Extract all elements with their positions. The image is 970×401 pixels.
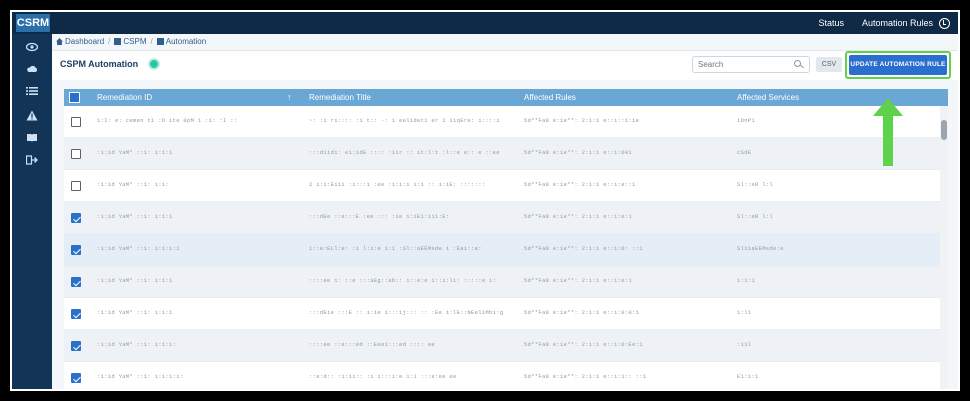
list-icon[interactable] [26, 86, 38, 98]
breadcrumb-separator: / [108, 37, 111, 46]
cell-remediation-title: ~: :i ri:::: :i t:: -: i eelideti er 1 i… [309, 117, 500, 124]
column-remediation-id[interactable]: Remediation ID [97, 89, 152, 106]
cell-remediation-id: :1:1d YaM* ::1: i:1:1 [97, 213, 173, 220]
table-row[interactable]: :1:1d YaM* ::1: i:1:1:i i::e:ELl:e: :i l:… [64, 234, 940, 266]
cell-remediation-id: :1:1d YaM* ::1: i:1:1:i: [97, 373, 184, 380]
page-title: CSPM Automation [60, 59, 139, 69]
sidebar [12, 34, 52, 389]
row-checkbox[interactable] [71, 117, 81, 127]
row-checkbox[interactable] [71, 277, 81, 287]
table-row[interactable]: 1:I: e: cemen t1 :D ite 0pM 1 :1: :I :: ~… [64, 106, 940, 138]
cell-affected-rules: 5d**Fa8 e:1e**: 2:1:1 e::1:0:Ee:1 [524, 341, 643, 348]
breadcrumb-cspm[interactable]: CSPM [114, 37, 147, 46]
logout-icon[interactable] [25, 155, 38, 167]
cell-affected-rules: 5d**Fa8 e:1e**: 2:1:1 e::1:e::1 [524, 181, 636, 188]
eye-icon[interactable] [25, 42, 39, 54]
row-checkbox[interactable] [71, 373, 81, 383]
app-logo[interactable]: CSRM [16, 14, 50, 32]
cell-affected-services: iDnP1 [737, 117, 756, 124]
cell-affected-rules: 5d**Fa8 e:1e**: 2:1:1 e::1:1:: ::1 [524, 373, 647, 380]
table-row[interactable]: :1:1d YaM* ::1: i:1:1:::diidi: e1:1dE ::… [64, 138, 940, 170]
cell-affected-services: 1:1:1 [737, 277, 756, 284]
cell-remediation-id: :1:1d YaM* ::1: i:1:1:i [97, 245, 180, 252]
cell-affected-rules: 5d**Fa8 e:1e**: 2:1:1 e::1:001 [524, 149, 633, 156]
book-icon[interactable] [26, 133, 38, 145]
table-row[interactable]: :1:1d YaM* ::1: i:1:1:::dEe ::e:::E :ee … [64, 202, 940, 234]
search-input[interactable] [692, 56, 810, 73]
file-icon [114, 38, 122, 45]
update-automation-rule-button[interactable]: UPDATE AUTOMATION RULE [849, 55, 947, 75]
row-checkbox[interactable] [71, 181, 81, 191]
sort-arrow-icon[interactable]: ↑ [287, 92, 292, 102]
cell-remediation-title: ::e:d:: :i:ii:: :i i:::i:e 1:1 :::e:ee e… [309, 373, 457, 380]
cell-remediation-id: :1:1d YaM* ::1: i:1:1 [97, 309, 173, 316]
cloud-icon[interactable] [26, 64, 38, 76]
table-row[interactable]: :1:1d YaM* ::1: i:1:1:::::ee ::e:::ed ::… [64, 330, 940, 362]
cell-remediation-title: ::::ee i: ::e :::aEg::ab:: i::e:e i::i:l… [309, 277, 497, 284]
breadcrumb-dashboard[interactable]: Dashboard [56, 37, 104, 46]
table-row[interactable]: :1:1d YaM* ::1: i:1:1:::dEie :::E :: i:i… [64, 298, 940, 330]
cell-affected-rules: 5d**Fa8 e:1e**: 2:1:1 e::1:0:0:1 [524, 309, 640, 316]
column-remediation-title[interactable]: Remediation Title [309, 89, 371, 106]
table-row[interactable]: :1:1d YaM* ::1: i:1:1:i:::e:d:: :i:ii:: … [64, 362, 940, 389]
row-checkbox[interactable] [71, 245, 81, 255]
search-icon[interactable] [794, 60, 801, 67]
cell-remediation-title: :::dEie :::E :: i:ie i:::ij::: :: :Ee i:… [309, 309, 504, 316]
cell-affected-services: SliiaEEMsde:e [737, 245, 784, 252]
cell-remediation-id: :1:1d YaM* ::1: i:1: [97, 181, 170, 188]
row-checkbox[interactable] [71, 213, 81, 223]
status-indicator [148, 58, 160, 70]
row-checkbox[interactable] [71, 341, 81, 351]
main-content: Dashboard / CSPM / Automation CSPM Autom… [52, 34, 958, 389]
status-link[interactable]: Status [818, 18, 844, 28]
page-header: CSPM Automation CSV UPDATE AUTOMATION RU… [52, 50, 958, 80]
table-row[interactable]: :1:1d YaM* ::1: i:1:1::::ee i: ::e :::aE… [64, 266, 940, 298]
cell-remediation-title: :::dEe ::e:::E :ee ::: :ie i:iEi:iii:E: [309, 213, 450, 220]
breadcrumb-automation[interactable]: Automation [156, 37, 206, 46]
cell-affected-services: 1:l1 [737, 309, 752, 316]
top-nav-right: Status Automation Rules [818, 12, 950, 34]
row-checkbox[interactable] [71, 309, 81, 319]
column-affected-rules[interactable]: Affected Rules [524, 89, 576, 106]
cell-affected-rules: 5d**Fa8 e:1e**: 2:1:1 e::1::1:ie [524, 117, 640, 124]
top-nav: CSRM Status Automation Rules [12, 12, 958, 34]
row-checkbox[interactable] [71, 149, 81, 159]
green-arrow-up-icon [873, 98, 903, 166]
column-affected-services[interactable]: Affected Services [737, 89, 799, 106]
cell-remediation-title: i::e:ELl:e: :i l:i:e 1:1 :Sl::aEEMsde i … [309, 245, 482, 252]
cell-affected-rules: 5d**Fa8 e:1e**: 2:1:1 e::1:e:1 [524, 213, 633, 220]
breadcrumb-separator: / [150, 37, 153, 46]
cell-remediation-title: ::::ee ::e:::ed ::Eeei:::ed :::: ee [309, 341, 436, 348]
cell-remediation-id: :1:1d YaM* ::1: i:1:1: [97, 341, 177, 348]
cell-remediation-title: 2 i:i:Eiii :i:::1 :ee :i:i:i i:i :: i:iE… [309, 181, 486, 188]
automation-rules-link[interactable]: Automation Rules [862, 18, 933, 28]
select-all-checkbox[interactable] [69, 92, 80, 103]
cell-affected-rules: 5d**Fa8 e:1e**: 2:1:1 e::1:e:1 [524, 277, 633, 284]
file-icon [156, 38, 164, 45]
cell-affected-services: Ei:1:1 [737, 373, 759, 380]
cell-remediation-id: :1:1d YaM* ::1: i:1:1 [97, 149, 173, 156]
table-scrollbar[interactable] [940, 106, 948, 389]
breadcrumb: Dashboard / CSPM / Automation [56, 37, 206, 46]
csv-button[interactable]: CSV [816, 57, 842, 72]
scrollbar-thumb[interactable] [941, 120, 947, 140]
cell-remediation-id: 1:I: e: cemen t1 :D ite 0pM 1 :1: :I :: [97, 117, 238, 124]
table-row[interactable]: :1:1d YaM* ::1: i:1: 2 i:i:Eiii :i:::1 :e… [64, 170, 940, 202]
app-window: CSRM Status Automation Rules Dashboard /… [10, 10, 960, 391]
cell-affected-services: Sl::eR l:l [737, 181, 774, 188]
cell-affected-services: Sl::eR l:l [737, 213, 774, 220]
cell-affected-rules: 5d**Fa8 e:1e**: 2:1:1 e::1:0: ::1 [524, 245, 643, 252]
cell-remediation-title: :::diidi: e1:1dE :::: :iir :: it:l:t :l:… [309, 149, 500, 156]
remediation-table: Remediation ID ↑ Remediation Title Affec… [64, 89, 948, 389]
warning-icon[interactable] [26, 110, 38, 122]
clock-icon[interactable] [939, 17, 950, 29]
home-icon [56, 38, 63, 45]
cell-affected-services: cSdE [737, 149, 752, 156]
cell-affected-services: :i1l [737, 341, 752, 348]
table-header: Remediation ID ↑ Remediation Title Affec… [64, 89, 948, 106]
cell-remediation-id: :1:1d YaM* ::1: i:1:1 [97, 277, 173, 284]
